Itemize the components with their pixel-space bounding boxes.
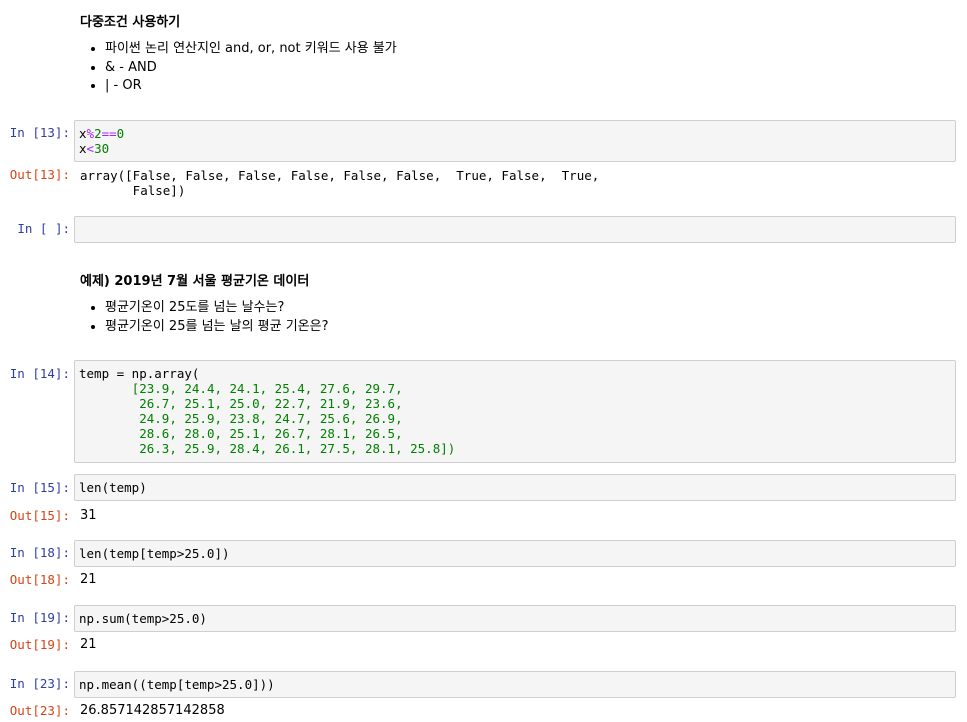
input-prompt: In [13]: <box>9 125 70 140</box>
cell-output: array([False, False, False, False, False… <box>80 168 600 198</box>
input-prompt: In [23]: <box>9 676 70 691</box>
code-cell-19[interactable]: np.sum(temp>25.0) <box>74 605 956 632</box>
cell-output: 21 <box>80 572 97 587</box>
list-item: 평균기온이 25도를 넘는 날수는? <box>105 299 329 318</box>
list-item: 파이썬 논리 연산지인 and, or, not 키워드 사용 불가 <box>105 40 397 59</box>
code-token: 2 <box>94 126 102 141</box>
input-prompt: In [14]: <box>9 366 70 381</box>
input-prompt: In [18]: <box>9 545 70 560</box>
output-prompt: Out[23]: <box>9 703 70 718</box>
code-token: x <box>79 126 87 141</box>
code-token: < <box>86 141 95 156</box>
code-cell-15[interactable]: len(temp) <box>74 474 956 501</box>
cell-output: 21 <box>80 637 97 652</box>
list-item: 평균기온이 25를 넘는 날의 평균 기온은? <box>105 318 329 337</box>
code-line: temp = np.array( <box>79 366 200 381</box>
code-cell-13[interactable]: x%2==0 x<30 <box>74 120 956 162</box>
code-token: == <box>101 126 117 141</box>
code-line: np.mean((temp[temp>25.0])) <box>79 677 275 692</box>
code-line: 24.9, 25.9, 23.8, 24.7, 25.6, 26.9, <box>131 411 403 426</box>
empty-code-cell[interactable] <box>74 216 956 243</box>
output-prompt: Out[19]: <box>9 637 70 652</box>
code-line: [23.9, 24.4, 24.1, 25.4, 27.6, 29.7, <box>131 381 403 396</box>
input-prompt: In [15]: <box>9 480 70 495</box>
section-title: 예제) 2019년 7월 서울 평균기온 데이터 <box>80 274 310 289</box>
section-title: 다중조건 사용하기 <box>80 15 181 30</box>
code-cell-18[interactable]: len(temp[temp>25.0]) <box>74 540 956 567</box>
code-token: 30 <box>94 141 110 156</box>
code-cell-14[interactable]: temp = np.array( [23.9, 24.4, 24.1, 25.4… <box>74 360 956 463</box>
markdown-cell-2[interactable]: 예제) 2019년 7월 서울 평균기온 데이터 평균기온이 25도를 넘는 날… <box>80 270 329 336</box>
code-line: len(temp[temp>25.0]) <box>79 546 230 561</box>
output-prompt: Out[18]: <box>9 572 70 587</box>
output-prompt: Out[13]: <box>9 167 70 182</box>
code-line: len(temp) <box>79 480 147 495</box>
input-prompt: In [19]: <box>9 610 70 625</box>
code-token: 0 <box>116 126 125 141</box>
bullet-list: 파이썬 논리 연산지인 and, or, not 키워드 사용 불가 & - A… <box>80 40 397 96</box>
list-item: | - OR <box>105 77 397 96</box>
list-item: & - AND <box>105 59 397 78</box>
cell-output: 26.857142857142858 <box>80 703 225 718</box>
code-line: 26.3, 25.9, 28.4, 26.1, 27.5, 28.1, 25.8… <box>131 441 456 456</box>
cell-output: 31 <box>80 508 97 523</box>
code-token: x <box>79 141 87 156</box>
code-token: % <box>86 126 95 141</box>
output-prompt: Out[15]: <box>9 508 70 523</box>
code-cell-23[interactable]: np.mean((temp[temp>25.0])) <box>74 671 956 698</box>
code-line: np.sum(temp>25.0) <box>79 611 207 626</box>
bullet-list: 평균기온이 25도를 넘는 날수는? 평균기온이 25를 넘는 날의 평균 기온… <box>80 299 329 336</box>
code-line: 28.6, 28.0, 25.1, 26.7, 28.1, 26.5, <box>131 426 403 441</box>
code-line: 26.7, 25.1, 25.0, 22.7, 21.9, 23.6, <box>131 396 403 411</box>
markdown-cell-1[interactable]: 다중조건 사용하기 파이썬 논리 연산지인 and, or, not 키워드 사… <box>80 11 397 96</box>
input-prompt: In [ ]: <box>17 221 70 236</box>
